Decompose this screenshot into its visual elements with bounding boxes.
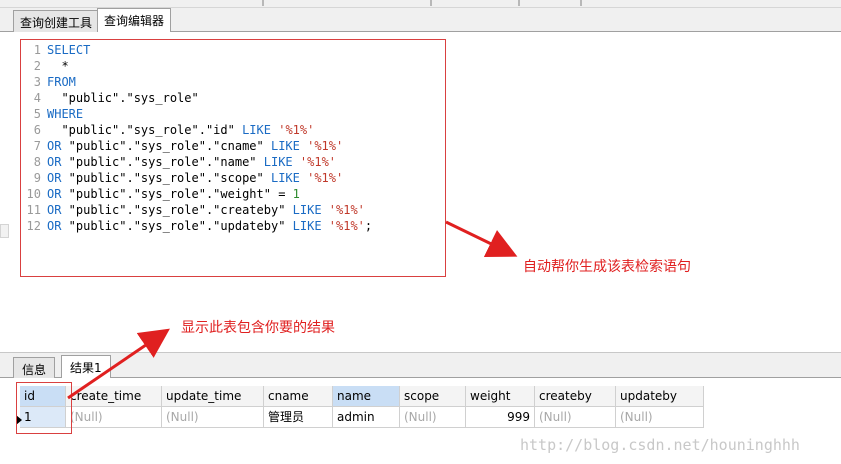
column-header-weight[interactable]: weight [466, 386, 535, 407]
grid-cell[interactable]: 管理员 [264, 407, 333, 428]
grid-cell[interactable]: (Null) [400, 407, 466, 428]
tab-query-editor[interactable]: 查询编辑器 [97, 8, 172, 33]
column-header-updateby[interactable]: updateby [616, 386, 704, 407]
grid-cell[interactable]: 999 [466, 407, 535, 428]
column-header-create-time[interactable]: create_time [66, 386, 162, 407]
toolbar-gripper [518, 0, 520, 6]
watermark: http://blog.csdn.net/houninghhh [520, 436, 800, 454]
grid-cell[interactable]: (Null) [535, 407, 616, 428]
annotation-arrows [445, 220, 518, 258]
tab-result-1[interactable]: 结果1 [61, 355, 111, 379]
annotation-auto-generate: 自动帮你生成该表检索语句 [523, 259, 691, 275]
sql-editor[interactable]: 1 SELECT 2 * 3 FROM 4 "public"."sys_role" 5 WHE… [0, 32, 841, 350]
column-header-createby[interactable]: createby [535, 386, 616, 407]
editor-tab-bar: 查询创建工具 查询编辑器 [0, 8, 841, 33]
column-header-name[interactable]: name [333, 386, 400, 407]
tab-info[interactable]: 信息 [13, 357, 56, 378]
grid-cell[interactable]: (Null) [66, 407, 162, 428]
grid-cell[interactable]: (Null) [616, 407, 704, 428]
grid-cell[interactable]: (Null) [162, 407, 264, 428]
toolbar-gripper [580, 0, 582, 6]
toolbar-strip [0, 0, 841, 8]
toolbar-gripper [430, 0, 432, 6]
column-header-scope[interactable]: scope [400, 386, 466, 407]
grid-cell[interactable]: admin [333, 407, 400, 428]
id-column-highlight [16, 382, 72, 434]
grid-header-row: id create_time update_time cname name scope we… [0, 386, 705, 407]
table-row[interactable]: 1 (Null) (Null) 管理员 admin (Null) 999 (Null) (Nul… [0, 407, 705, 428]
toolbar-gripper [262, 0, 264, 6]
result-grid[interactable]: id create_time update_time cname name scope we… [0, 378, 841, 464]
column-header-cname[interactable]: cname [264, 386, 333, 407]
column-header-update-time[interactable]: update_time [162, 386, 264, 407]
tab-query-builder[interactable]: 查询创建工具 [13, 10, 100, 32]
annotation-arrow-sql [445, 220, 518, 258]
annotation-result-note: 显示此表包含你要的结果 [181, 320, 335, 336]
result-tab-bar: 信息 结果1 [0, 352, 841, 379]
